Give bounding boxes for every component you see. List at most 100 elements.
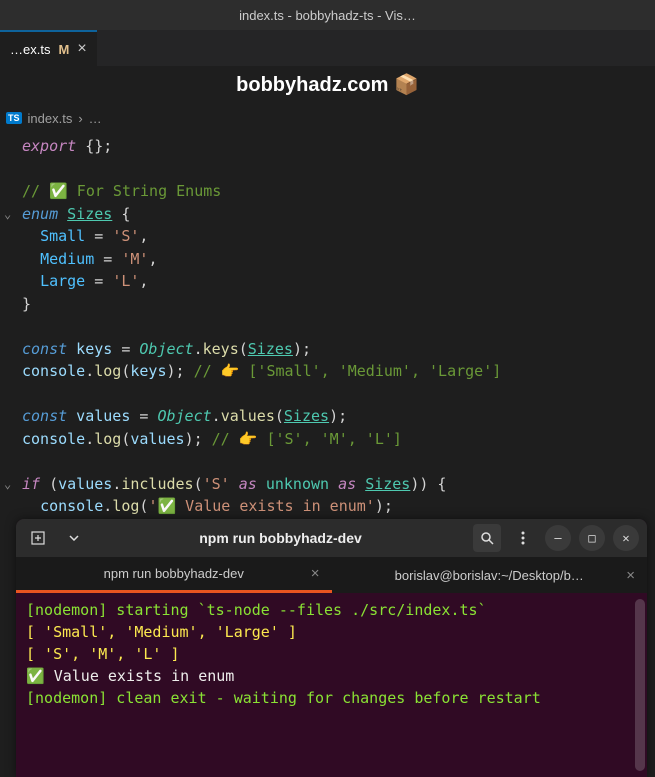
code-line[interactable]: ⌄if (values.includes('S' as unknown as S… bbox=[22, 473, 655, 496]
keyword: const bbox=[22, 340, 67, 358]
ident: keys bbox=[130, 362, 166, 380]
terminal-line: [nodemon] clean exit - waiting for chang… bbox=[26, 687, 637, 709]
terminal-output[interactable]: [nodemon] starting `ts-node --files ./sr… bbox=[16, 593, 647, 777]
punct: . bbox=[85, 362, 94, 380]
punct: } bbox=[22, 295, 31, 313]
code-line[interactable] bbox=[22, 158, 655, 181]
function: log bbox=[94, 362, 121, 380]
breadcrumb-more[interactable]: … bbox=[89, 111, 102, 126]
code-line[interactable]: console.log(keys); // 👉️ ['Small', 'Medi… bbox=[22, 360, 655, 383]
kebab-icon bbox=[521, 531, 525, 545]
type: Sizes bbox=[284, 407, 329, 425]
type: Sizes bbox=[365, 475, 410, 493]
comment: // 👉️ ['Small', 'Medium', 'Large'] bbox=[194, 362, 502, 380]
terminal-tab-label: npm run bobbyhadz-dev bbox=[104, 566, 244, 581]
type: unknown bbox=[266, 475, 329, 493]
terminal-tabs: npm run bobbyhadz-dev × borislav@borisla… bbox=[16, 557, 647, 593]
tab-menu-button[interactable] bbox=[60, 524, 88, 552]
code-line[interactable]: // ✅ For String Enums bbox=[22, 180, 655, 203]
punct: ); bbox=[375, 497, 393, 515]
punct: , bbox=[148, 250, 157, 268]
ident: values bbox=[67, 407, 139, 425]
type: Sizes bbox=[248, 340, 293, 358]
code-line[interactable]: ⌄enum Sizes { bbox=[22, 203, 655, 226]
breadcrumb-separator: › bbox=[78, 111, 82, 126]
breadcrumb-file[interactable]: index.ts bbox=[28, 111, 73, 126]
code-line[interactable] bbox=[22, 383, 655, 406]
terminal-tab-0[interactable]: npm run bobbyhadz-dev × bbox=[16, 557, 332, 593]
new-tab-button[interactable] bbox=[24, 524, 52, 552]
keyword: enum bbox=[22, 205, 58, 223]
punct: { bbox=[112, 205, 130, 223]
tab-close-icon[interactable]: × bbox=[77, 40, 86, 58]
tab-close-icon[interactable]: × bbox=[311, 565, 320, 582]
fold-arrow-icon[interactable]: ⌄ bbox=[4, 203, 11, 226]
punct: ); bbox=[185, 430, 212, 448]
punct: ( bbox=[194, 475, 203, 493]
terminal-search-button[interactable] bbox=[473, 524, 501, 552]
punct: . bbox=[85, 430, 94, 448]
op: = bbox=[85, 227, 112, 245]
enum-member: Medium bbox=[40, 250, 94, 268]
breadcrumb[interactable]: TS index.ts › … bbox=[0, 105, 655, 131]
maximize-button[interactable]: □ bbox=[579, 525, 605, 551]
punct: ); bbox=[167, 362, 194, 380]
code-line[interactable]: const values = Object.values(Sizes); bbox=[22, 405, 655, 428]
terminal-menu-button[interactable] bbox=[509, 524, 537, 552]
ident: keys bbox=[67, 340, 121, 358]
window-titlebar: index.ts - bobbyhadz-ts - Vis… bbox=[0, 0, 655, 30]
string: 'L' bbox=[112, 272, 139, 290]
string: 'S' bbox=[112, 227, 139, 245]
code-line[interactable]: console.log('✅ Value exists in enum'); bbox=[22, 495, 655, 518]
tab-modified-indicator: M bbox=[58, 42, 69, 57]
ts-badge-icon: TS bbox=[6, 112, 22, 124]
object: Object bbox=[157, 407, 211, 425]
search-icon bbox=[480, 531, 494, 545]
function: values bbox=[221, 407, 275, 425]
punct: . bbox=[112, 475, 121, 493]
terminal-panel: npm run bobbyhadz-dev ― □ ✕ npm run bobb… bbox=[16, 519, 647, 777]
punct: . bbox=[103, 497, 112, 515]
code-editor[interactable]: export {}; // ✅ For String Enums ⌄enum S… bbox=[0, 131, 655, 540]
punct: {}; bbox=[76, 137, 112, 155]
code-line[interactable]: Small = 'S', bbox=[22, 225, 655, 248]
terminal-line: ✅ Value exists in enum bbox=[26, 665, 637, 687]
window-title: index.ts - bobbyhadz-ts - Vis… bbox=[239, 8, 416, 23]
punct: ( bbox=[275, 407, 284, 425]
fold-arrow-icon[interactable]: ⌄ bbox=[4, 473, 11, 496]
punct: )) { bbox=[410, 475, 446, 493]
punct: , bbox=[139, 227, 148, 245]
tab-close-icon[interactable]: × bbox=[626, 567, 635, 584]
punct: , bbox=[139, 272, 148, 290]
editor-tab-index-ts[interactable]: …ex.ts M × bbox=[0, 30, 97, 66]
enum-member: Small bbox=[40, 227, 85, 245]
terminal-line: [nodemon] starting `ts-node --files ./sr… bbox=[26, 599, 637, 621]
code-line[interactable]: const keys = Object.keys(Sizes); bbox=[22, 338, 655, 361]
terminal-scrollbar[interactable] bbox=[635, 599, 645, 771]
code-line[interactable]: Medium = 'M', bbox=[22, 248, 655, 271]
code-line[interactable]: } bbox=[22, 293, 655, 316]
code-line[interactable]: console.log(values); // 👉️ ['S', 'M', 'L… bbox=[22, 428, 655, 451]
close-button[interactable]: ✕ bbox=[613, 525, 639, 551]
tab-filename: …ex.ts bbox=[10, 42, 50, 57]
keyword: if bbox=[22, 475, 40, 493]
minimize-button[interactable]: ― bbox=[545, 525, 571, 551]
code-line[interactable]: export {}; bbox=[22, 135, 655, 158]
string: '✅ Value exists in enum' bbox=[148, 497, 374, 515]
code-line[interactable] bbox=[22, 450, 655, 473]
code-line[interactable]: Large = 'L', bbox=[22, 270, 655, 293]
keyword: export bbox=[22, 137, 76, 155]
banner-text: bobbyhadz.com 📦 bbox=[236, 74, 419, 96]
type: Sizes bbox=[67, 205, 112, 223]
comment: // ✅ For String Enums bbox=[22, 182, 221, 200]
code-line[interactable] bbox=[22, 315, 655, 338]
op: = bbox=[121, 340, 139, 358]
op: = bbox=[94, 250, 121, 268]
punct: . bbox=[212, 407, 221, 425]
terminal-text: ✅ Value exists in enum bbox=[26, 667, 234, 685]
terminal-tab-1[interactable]: borislav@borislav:~/Desktop/b… × bbox=[332, 557, 648, 593]
keyword: as bbox=[329, 475, 365, 493]
object: Object bbox=[139, 340, 193, 358]
ident: console bbox=[22, 362, 85, 380]
punct: ); bbox=[293, 340, 311, 358]
